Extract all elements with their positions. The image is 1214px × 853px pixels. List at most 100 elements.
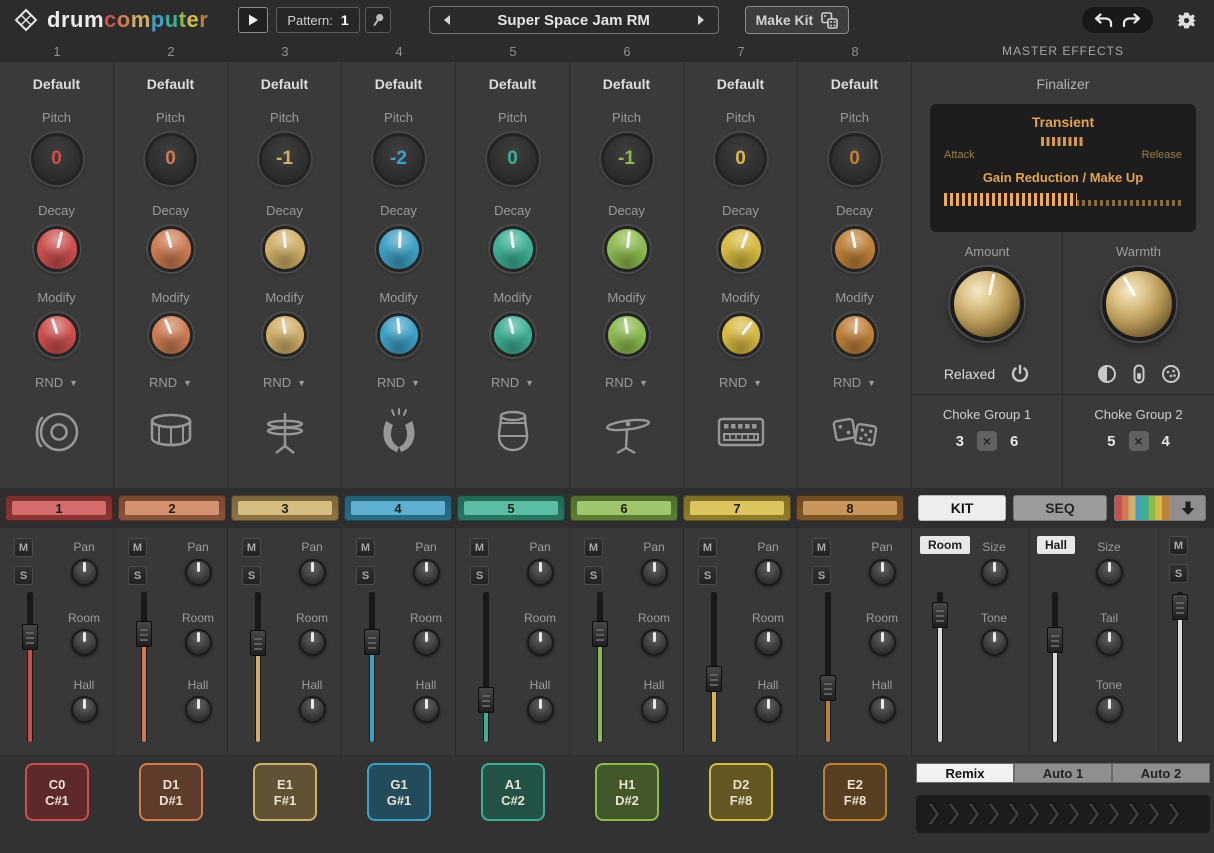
drum-machine-icon[interactable] [714,406,768,458]
note-key[interactable]: C0 C#1 [25,763,89,821]
auto2-tab[interactable]: Auto 2 [1112,763,1210,783]
remix-tab[interactable]: Remix [916,763,1014,783]
tube-icon[interactable] [1132,364,1146,384]
solo-button[interactable]: S [698,566,717,585]
pan-knob[interactable] [755,559,782,586]
hall-tone-knob[interactable] [1096,696,1123,723]
rnd-dropdown[interactable]: RND ▼ [377,375,420,390]
hall-send-knob[interactable] [641,696,668,723]
play-button[interactable] [238,7,268,33]
hall-send-knob[interactable] [71,696,98,723]
note-key[interactable]: E2 F#8 [823,763,887,821]
pitch-knob[interactable]: 0 [715,133,767,185]
volume-fader[interactable] [825,592,831,742]
channel-preset-name[interactable]: Default [375,76,422,92]
channel-preset-name[interactable]: Default [147,76,194,92]
fader-handle[interactable] [1047,627,1063,653]
modify-knob[interactable] [833,313,877,357]
channel-preset-name[interactable]: Default [831,76,878,92]
modify-knob[interactable] [149,313,193,357]
volume-fader[interactable] [711,592,717,742]
modify-knob[interactable] [377,313,421,357]
pan-knob[interactable] [869,559,896,586]
fader-handle[interactable] [364,629,380,655]
rnd-dropdown[interactable]: RND ▼ [263,375,306,390]
choke2-value-a[interactable]: 5 [1107,433,1115,450]
clear-icon[interactable]: × [977,431,997,451]
mixer-tab[interactable] [1114,495,1206,521]
undo-button[interactable] [1093,13,1113,28]
modify-knob[interactable] [719,313,763,357]
decay-knob[interactable] [262,226,308,272]
note-key[interactable]: E1 F#1 [253,763,317,821]
fader-handle[interactable] [136,621,152,647]
room-size-knob[interactable] [981,559,1008,586]
modify-knob[interactable] [605,313,649,357]
contrast-icon[interactable] [1097,364,1117,384]
channel-preset-name[interactable]: Default [603,76,650,92]
remix-chevrons[interactable] [916,795,1210,833]
clear-icon[interactable]: × [1129,431,1149,451]
pattern-button[interactable]: 3 [231,495,339,521]
rnd-dropdown[interactable]: RND ▼ [35,375,78,390]
modify-knob[interactable] [491,313,535,357]
rnd-dropdown[interactable]: RND ▼ [149,375,192,390]
rnd-dropdown[interactable]: RND ▼ [833,375,876,390]
mute-button[interactable]: M [128,538,147,557]
hihat-icon[interactable] [258,406,312,458]
fader-handle[interactable] [820,675,836,701]
rnd-dropdown[interactable]: RND ▼ [605,375,648,390]
mute-button[interactable]: M [812,538,831,557]
master-mute-button[interactable]: M [1169,536,1188,555]
conga-icon[interactable] [486,406,540,458]
solo-button[interactable]: S [470,566,489,585]
mute-button[interactable]: M [14,538,33,557]
hall-tab[interactable]: Hall [1037,536,1075,554]
channel-preset-name[interactable]: Default [489,76,536,92]
pitch-knob[interactable]: -1 [259,133,311,185]
solo-button[interactable]: S [812,566,831,585]
mute-button[interactable]: M [470,538,489,557]
room-send-knob[interactable] [413,629,440,656]
note-key[interactable]: H1 D#2 [595,763,659,821]
hall-send-knob[interactable] [755,696,782,723]
modify-knob[interactable] [35,313,79,357]
kit-tab[interactable]: KIT [918,495,1006,521]
decay-knob[interactable] [490,226,536,272]
room-tab[interactable]: Room [920,536,970,554]
ball-icon[interactable] [1161,364,1181,384]
settings-gear-icon[interactable] [1173,7,1200,34]
modify-knob[interactable] [263,313,307,357]
note-key[interactable]: G1 G#1 [367,763,431,821]
pan-knob[interactable] [71,559,98,586]
pattern-button[interactable]: 7 [683,495,791,521]
pan-knob[interactable] [413,559,440,586]
hall-send-knob[interactable] [413,696,440,723]
decay-knob[interactable] [604,226,650,272]
rnd-dropdown[interactable]: RND ▼ [719,375,762,390]
room-send-knob[interactable] [299,629,326,656]
redo-button[interactable] [1122,13,1142,28]
cymbal-icon[interactable] [600,406,654,458]
pitch-knob[interactable]: 0 [31,133,83,185]
hall-send-knob[interactable] [185,696,212,723]
room-send-knob[interactable] [869,629,896,656]
room-tone-knob[interactable] [981,629,1008,656]
finalizer-mode[interactable]: Relaxed [944,366,995,382]
pan-knob[interactable] [185,559,212,586]
hall-send-knob[interactable] [527,696,554,723]
solo-button[interactable]: S [128,566,147,585]
kick-drum-icon[interactable] [30,406,84,458]
hall-tail-knob[interactable] [1096,629,1123,656]
clap-icon[interactable] [372,406,426,458]
seq-tab[interactable]: SEQ [1013,495,1107,521]
fader-handle[interactable] [706,666,722,692]
snare-drum-icon[interactable] [144,406,198,458]
volume-fader[interactable] [369,592,375,742]
preset-prev-button[interactable] [430,7,464,33]
fader-handle[interactable] [22,624,38,650]
pattern-selector[interactable]: Pattern: 1 [276,7,359,33]
hall-size-knob[interactable] [1096,559,1123,586]
room-send-knob[interactable] [755,629,782,656]
volume-fader[interactable] [27,592,33,742]
